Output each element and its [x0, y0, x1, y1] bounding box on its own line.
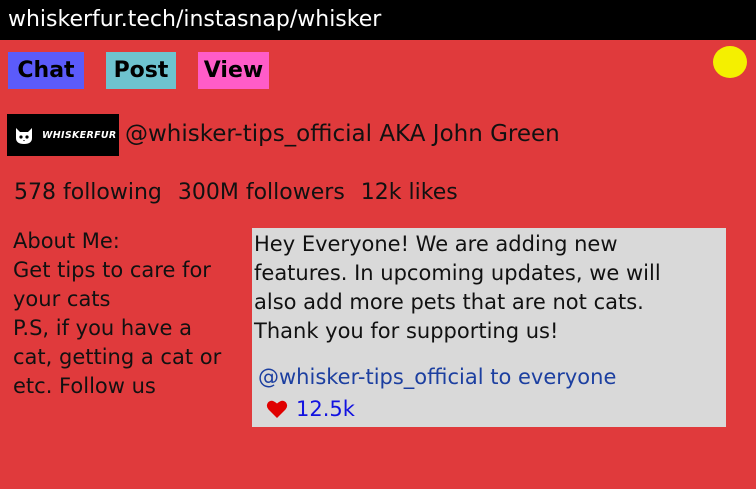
url-text: whiskerfur.tech/instasnap/whisker [8, 7, 382, 32]
chat-button[interactable]: Chat [8, 52, 84, 89]
post-line: Thank you for supporting us! [254, 319, 559, 343]
about-me: About Me: Get tips to care for your cats… [13, 227, 247, 401]
post-author[interactable]: @whisker-tips_official to everyone [254, 362, 726, 392]
post-card: Hey Everyone! We are adding new features… [252, 228, 726, 427]
about-line: About Me: [13, 229, 120, 253]
cat-face-icon [16, 128, 32, 144]
post-body: Hey Everyone! We are adding new features… [254, 230, 714, 346]
post-line: also add more pets that are not cats. [254, 290, 644, 314]
about-line: cat, getting a cat or [13, 345, 222, 369]
about-line: Get tips to care for [13, 258, 211, 282]
address-bar[interactable]: whiskerfur.tech/instasnap/whisker [0, 0, 756, 40]
about-line: your cats [13, 287, 111, 311]
about-line: etc. Follow us [13, 374, 156, 398]
whiskerfur-logo: WHISKERFUR [7, 114, 119, 156]
profile-handle: @whisker-tips_official AKA John Green [125, 121, 560, 147]
like-count: 12.5k [296, 397, 355, 421]
view-button[interactable]: View [198, 52, 269, 89]
likes-count: 12k likes [360, 180, 458, 205]
about-line: P.S, if you have a [13, 316, 192, 340]
profile-stats: 578 following 300M followers 12k likes [14, 178, 474, 208]
post-button[interactable]: Post [106, 52, 176, 89]
post-line: features. In upcoming updates, we will [254, 261, 661, 285]
logo-wordmark: WHISKERFUR [42, 129, 117, 141]
status-dot[interactable] [713, 46, 747, 78]
post-like-row: 12.5k [254, 394, 726, 424]
following-count[interactable]: 578 following [14, 180, 162, 205]
post-line: Hey Everyone! We are adding new [254, 232, 618, 256]
followers-count[interactable]: 300M followers [178, 180, 345, 205]
heart-icon[interactable] [266, 399, 288, 419]
